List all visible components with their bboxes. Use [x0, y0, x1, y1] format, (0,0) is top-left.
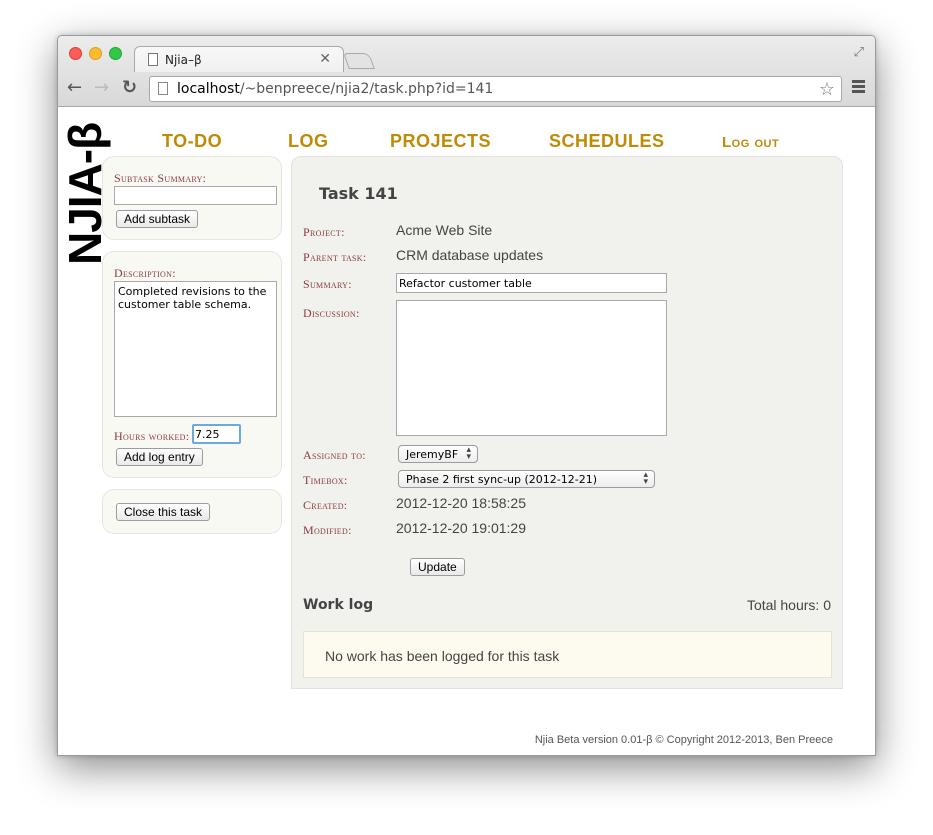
bookmark-star-icon[interactable]: ☆	[819, 79, 835, 100]
created-label: Created:	[303, 498, 348, 512]
browser-tab[interactable]: Njia–β ✕	[134, 46, 344, 72]
parent-task-value: CRM database updates	[396, 247, 544, 263]
parent-task-label: Parent task:	[303, 250, 367, 264]
timebox-select[interactable]: Phase 2 first sync-up (2012-12-21) ▴ ▾	[398, 470, 655, 488]
maximize-window-button[interactable]	[109, 47, 122, 60]
logo: NJIA-β	[59, 122, 111, 265]
total-hours: Total hours: 0	[746, 597, 831, 613]
hours-worked-input[interactable]: 7.25	[192, 424, 241, 444]
menu-icon[interactable]	[852, 80, 865, 95]
add-log-entry-button[interactable]: Add log entry	[116, 448, 203, 466]
work-log-empty-message: No work has been logged for this task	[325, 648, 560, 664]
project-label: Project:	[303, 225, 345, 239]
close-window-button[interactable]	[69, 47, 82, 60]
back-arrow-icon[interactable]: ←	[67, 79, 82, 97]
timebox-value: Phase 2 first sync-up (2012-12-21)	[406, 473, 598, 486]
close-task-panel: Close this task	[102, 489, 282, 534]
project-value: Acme Web Site	[396, 222, 493, 238]
add-subtask-button[interactable]: Add subtask	[116, 210, 199, 228]
browser-window: Njia–β ✕ ⤢ ← → ↻ localhost/~benpreece/nj…	[57, 35, 876, 756]
subtask-summary-label: Subtask Summary:	[114, 171, 207, 185]
created-value: 2012-12-20 18:58:25	[396, 495, 526, 511]
footer-copyright: Njia Beta version 0.01-β © Copyright 201…	[534, 734, 833, 746]
close-task-button[interactable]: Close this task	[116, 503, 211, 521]
subtask-panel: Subtask Summary: Add subtask	[102, 156, 282, 240]
description-textarea[interactable]: Completed revisions to the customer tabl…	[114, 281, 277, 417]
browser-chrome: Njia–β ✕ ⤢ ← → ↻ localhost/~benpreece/nj…	[58, 36, 875, 107]
nav-schedules[interactable]: SCHEDULES	[549, 131, 665, 152]
discussion-textarea[interactable]	[396, 300, 667, 436]
tab-title: Njia–β	[165, 53, 202, 67]
select-arrows-icon: ▴ ▾	[466, 445, 471, 462]
modified-value: 2012-12-20 19:01:29	[396, 520, 526, 536]
new-tab-button[interactable]	[343, 53, 375, 69]
nav-todo[interactable]: TO-DO	[162, 131, 222, 152]
reload-icon[interactable]: ↻	[122, 79, 137, 97]
summary-label: Summary:	[303, 277, 352, 291]
address-bar[interactable]: localhost/~benpreece/njia2/task.php?id=1…	[149, 76, 842, 102]
hours-worked-label: Hours worked:	[114, 429, 190, 443]
page-icon	[158, 82, 168, 95]
description-label: Description:	[114, 266, 176, 280]
nav-log[interactable]: LOG	[288, 131, 329, 152]
work-log-title: Work log	[303, 597, 374, 613]
nav-projects[interactable]: PROJECTS	[390, 131, 491, 152]
assigned-to-select[interactable]: JeremyBF ▴ ▾	[398, 445, 478, 463]
tab-close-icon[interactable]: ✕	[319, 51, 331, 67]
url-text[interactable]: localhost/~benpreece/njia2/task.php?id=1…	[177, 81, 493, 97]
select-arrows-icon: ▴ ▾	[643, 470, 648, 487]
assigned-to-value: JeremyBF	[406, 448, 459, 461]
page-icon	[148, 53, 158, 66]
task-panel: Task 141 Project: Acme Web Site Parent t…	[291, 156, 843, 689]
task-title: Task 141	[319, 184, 398, 203]
modified-label: Modified:	[303, 523, 352, 537]
log-entry-panel: Description: Completed revisions to the …	[102, 251, 282, 478]
timebox-label: Timebox:	[303, 473, 348, 487]
subtask-summary-input[interactable]	[114, 186, 277, 205]
fullscreen-icon[interactable]: ⤢	[854, 45, 864, 60]
minimize-window-button[interactable]	[89, 47, 102, 60]
assigned-to-label: Assigned to:	[303, 448, 366, 462]
discussion-label: Discussion:	[303, 306, 360, 320]
update-button[interactable]: Update	[410, 558, 465, 576]
summary-input[interactable]	[396, 273, 667, 293]
nav-logout[interactable]: Log out	[722, 134, 779, 151]
work-log-empty: No work has been logged for this task	[303, 631, 832, 678]
forward-arrow-icon[interactable]: →	[94, 79, 109, 97]
page-content: NJIA-β TO-DO LOG PROJECTS SCHEDULES Log …	[58, 107, 875, 755]
